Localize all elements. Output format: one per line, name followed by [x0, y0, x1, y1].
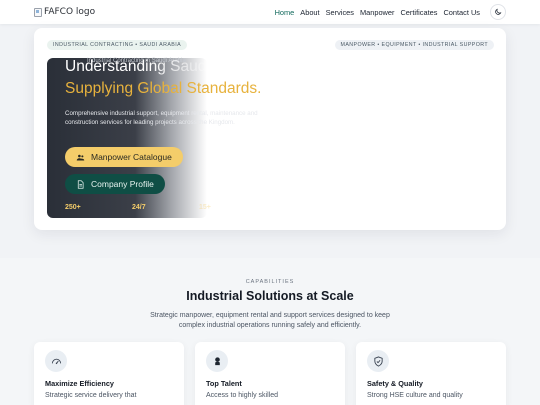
capabilities-title: Industrial Solutions at Scale [186, 289, 354, 303]
hero-headline-line1: Understanding Saudi [65, 58, 210, 75]
nav-manpower[interactable]: Manpower [360, 8, 395, 17]
capability-text: Strong HSE culture and quality [367, 392, 463, 399]
capability-card-talent: Top Talent Access to highly skilled [195, 342, 345, 405]
capability-title: Safety & Quality [367, 379, 423, 388]
capability-text: Strategic service delivery that [45, 392, 137, 399]
nav-certificates[interactable]: Certificates [400, 8, 437, 17]
company-profile-label: Company Profile [91, 179, 154, 189]
nav-about[interactable]: About [300, 8, 319, 17]
capabilities-section: CAPABILITIES Industrial Solutions at Sca… [0, 258, 540, 405]
hero-tag-right: MANPOWER • EQUIPMENT • INDUSTRIAL SUPPOR… [334, 40, 494, 50]
capability-icon-wrap [206, 350, 228, 372]
hero-description: Comprehensive industrial support, equipm… [65, 110, 258, 126]
capability-card-efficiency: Maximize Efficiency Strategic service de… [34, 342, 184, 405]
site-logo[interactable]: FAFCO logo [34, 7, 95, 17]
hero-tag-left: INDUSTRIAL CONTRACTING • SAUDI ARABIA [47, 40, 188, 50]
hero-stats: 250+ 24/7 15+ [65, 204, 266, 211]
nav-services[interactable]: Services [326, 8, 354, 17]
main-nav: Home About Services Manpower Certificate… [269, 4, 506, 20]
stat-support: 24/7 [132, 204, 146, 211]
capability-text: Access to highly skilled [206, 392, 278, 399]
capability-icon-wrap [45, 350, 67, 372]
broken-image-icon [34, 7, 42, 17]
hero-card: INDUSTRIAL CONTRACTING • SAUDI ARABIA MA… [34, 28, 506, 230]
manpower-catalogue-label: Manpower Catalogue [91, 152, 172, 162]
company-profile-button[interactable]: Company Profile [65, 174, 165, 194]
stat-projects: 250+ [65, 204, 81, 211]
gauge-icon [51, 358, 61, 364]
logo-alt-text: FAFCO logo [44, 7, 96, 17]
hero-headline-line2: Supplying Global Standards. [65, 80, 262, 97]
shield-check-icon [373, 355, 383, 367]
nav-home[interactable]: Home [275, 8, 295, 17]
users-icon [76, 154, 85, 160]
capability-card-safety: Safety & Quality Strong HSE culture and … [356, 342, 506, 405]
capabilities-description: Strategic manpower, equipment rental and… [150, 312, 390, 329]
worker-icon [214, 356, 220, 365]
moon-icon [495, 8, 502, 15]
capability-title: Top Talent [206, 379, 242, 388]
capability-title: Maximize Efficiency [45, 379, 114, 388]
manpower-catalogue-button[interactable]: Manpower Catalogue [65, 147, 183, 167]
document-icon [77, 179, 84, 189]
capabilities-eyebrow: CAPABILITIES [245, 279, 295, 285]
theme-toggle-button[interactable] [490, 4, 506, 20]
hero-content: Industrial Contracting in Saudi Arabia U… [47, 58, 367, 218]
top-navbar: FAFCO logo Home About Services Manpower … [0, 0, 540, 24]
nav-contact-us[interactable]: Contact Us [443, 8, 480, 17]
stat-years: 15+ [199, 204, 211, 211]
capability-icon-wrap [367, 350, 389, 372]
